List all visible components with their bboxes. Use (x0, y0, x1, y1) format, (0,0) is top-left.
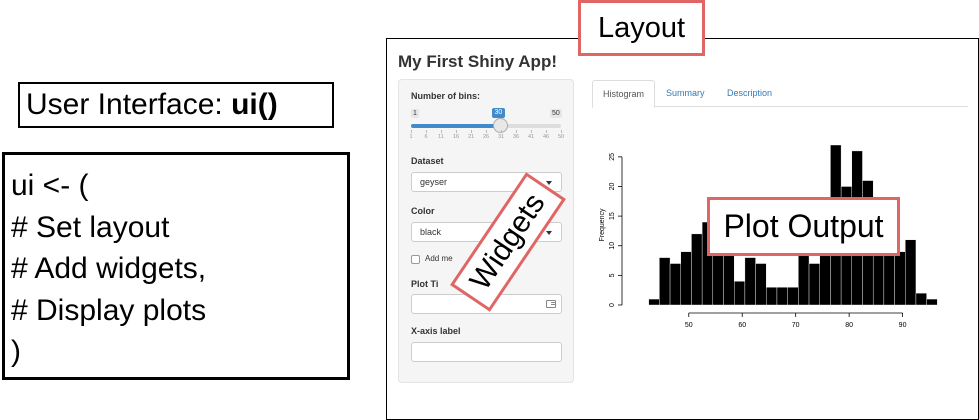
x-tick-label: 70 (792, 322, 800, 329)
bins-slider-track[interactable] (411, 124, 561, 128)
y-tick-label: 15 (609, 212, 616, 220)
ui-label-prefix: User Interface: (26, 88, 232, 121)
histogram-bar (894, 251, 906, 306)
slider-tick-label: 46 (542, 134, 550, 140)
histogram-bar (712, 251, 724, 306)
histogram-bar (659, 257, 671, 306)
bins-label: Number of bins: (411, 91, 480, 101)
histogram-bar (905, 239, 917, 306)
x-tick-label: 50 (685, 322, 693, 329)
slider-tick-mark (516, 130, 517, 133)
y-tick-label: 0 (609, 303, 616, 307)
histogram-bar (648, 298, 660, 306)
y-axis-label: Frequency (599, 208, 606, 242)
slider-tick-label: 21 (467, 134, 475, 140)
text-input-icon (546, 300, 556, 308)
layout-annotation: Layout (578, 0, 705, 56)
histogram-bar (680, 251, 692, 306)
histogram-bar (808, 263, 820, 306)
histogram-bar (755, 263, 767, 306)
color-selected-value: black (420, 227, 442, 237)
histogram-bar (787, 287, 799, 306)
code-line: ) (11, 335, 21, 368)
slider-tick-label: 36 (512, 134, 520, 140)
slider-min-label: 1 (411, 109, 419, 118)
tab-bar: Histogram Summary Description (592, 80, 968, 108)
x-tick-label: 90 (899, 322, 907, 329)
plot-output-annotation: Plot Output (707, 197, 900, 256)
plot-title-label: Plot Ti (411, 279, 439, 289)
code-line: # Set layout (11, 210, 170, 244)
slider-tick-mark (531, 130, 532, 133)
slider-tick-label: 50 (557, 134, 565, 140)
histogram-bar (776, 287, 788, 306)
histogram-bar (744, 257, 756, 306)
x-tick-label: 60 (738, 322, 746, 329)
x-tick-label: 80 (845, 322, 853, 329)
slider-tick-mark (486, 130, 487, 133)
slider-tick-mark (501, 130, 502, 133)
histogram-bar (733, 281, 746, 306)
xaxis-label-label: X-axis label (411, 326, 461, 336)
slider-ticks: 1 6 11 16 21 26 31 36 41 46 50 (409, 130, 565, 144)
code-box: ui <- ( # Set layout # Add widgets, # Di… (2, 152, 350, 380)
code-line: # Add widgets, (11, 252, 207, 285)
code-line: # Display plots (11, 293, 207, 327)
slider-tick-label: 41 (527, 134, 535, 140)
slider-value-label: 30 (491, 108, 506, 118)
checkbox[interactable] (411, 255, 420, 264)
slider-tick-label: 26 (482, 134, 490, 140)
y-tick-label: 20 (609, 182, 616, 190)
slider-tick-mark (546, 130, 547, 133)
slider-tick-label: 31 (497, 134, 505, 140)
y-tick-label: 10 (609, 242, 616, 250)
app-title: My First Shiny App! (398, 52, 557, 71)
slider-tick-mark (426, 130, 427, 133)
tab-summary[interactable]: Summary (656, 80, 715, 107)
slider-tick-mark (411, 130, 412, 133)
slider-tick-mark (471, 130, 472, 133)
slider-tick-mark (456, 130, 457, 133)
y-tick-label: 25 (609, 153, 616, 161)
chevron-down-icon (546, 231, 552, 235)
histogram-bar (926, 298, 938, 306)
slider-tick-label: 11 (438, 134, 444, 140)
histogram-bar (766, 287, 778, 306)
histogram-bar (669, 263, 681, 306)
slider-max-label: 50 (550, 109, 562, 118)
slider-tick-mark (561, 130, 562, 133)
slider-tick-label: 16 (452, 134, 460, 140)
tab-description[interactable]: Description (717, 80, 782, 107)
slider-tick-label: 6 (424, 134, 428, 140)
tab-histogram[interactable]: Histogram (592, 80, 656, 108)
color-label: Color (411, 206, 435, 216)
dataset-label: Dataset (411, 156, 444, 166)
histogram-bar (691, 233, 703, 306)
slider-fill (411, 124, 500, 128)
dataset-selected-value: geyser (420, 177, 448, 187)
xaxis-label-input[interactable] (411, 342, 562, 362)
checkbox-label: Add me (425, 254, 453, 263)
histogram-bar (915, 292, 927, 306)
ui-function-label: User Interface: ui() (18, 82, 334, 128)
slider-tick-mark (441, 130, 442, 133)
ui-label-func: ui() (231, 88, 278, 121)
slider-tick-label: 1 (409, 134, 413, 140)
code-line: ui <- ( (11, 169, 89, 202)
chevron-down-icon (546, 181, 552, 185)
y-tick-label: 5 (609, 273, 616, 277)
